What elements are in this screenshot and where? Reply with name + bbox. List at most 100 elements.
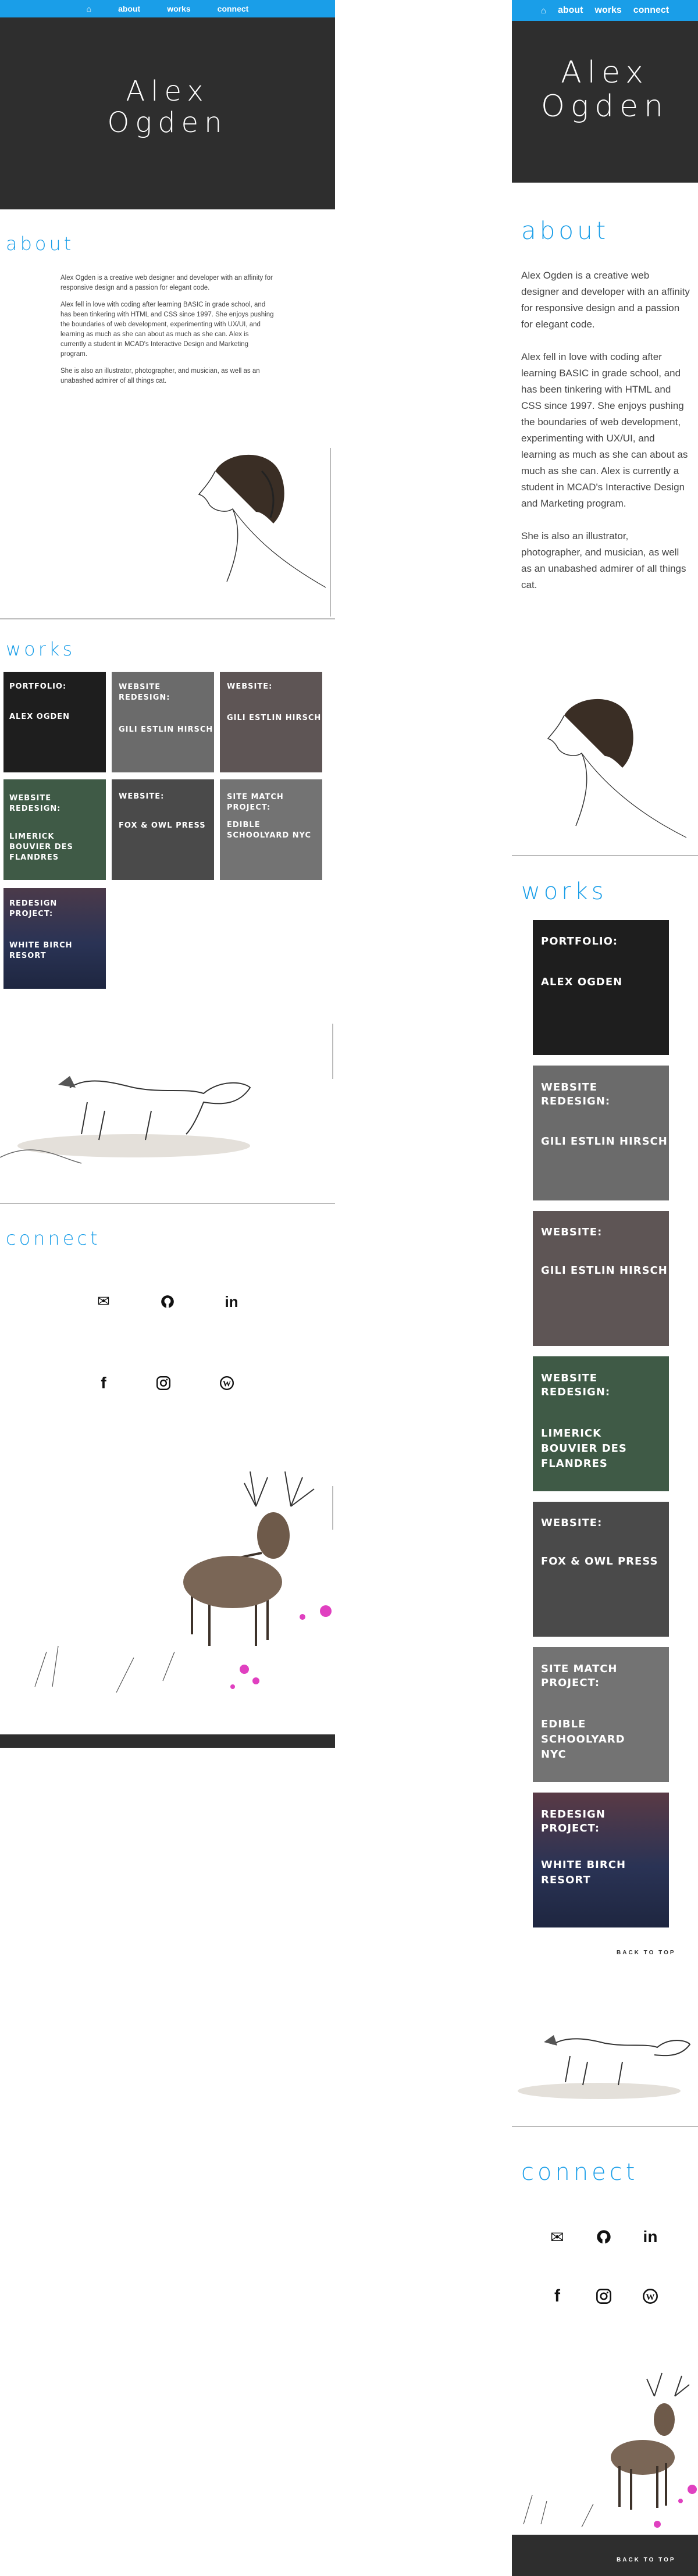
works-divider: [0, 1203, 335, 1204]
tile-label: SITE MATCH PROJECT:: [541, 1663, 618, 1689]
mobile-footer-band: BACK TO TOP: [512, 2535, 698, 2576]
tile-label: WEBSITE REDESIGN:: [541, 1081, 611, 1107]
envelope-icon[interactable]: ✉: [547, 2226, 568, 2247]
about-paragraph-2: Alex fell in love with coding after lear…: [521, 351, 688, 509]
instagram-icon[interactable]: [593, 2286, 614, 2307]
about-divider: [512, 855, 698, 856]
tile-label: REDESIGN PROJECT:: [9, 899, 58, 918]
work-tile-gili-website[interactable]: WEBSITE: GILI ESTLIN HIRSCH: [533, 1211, 669, 1346]
linkedin-icon[interactable]: in: [640, 2226, 661, 2247]
work-tile-fox-owl[interactable]: WEBSITE: FOX & OWL PRESS: [112, 779, 214, 880]
tile-label: REDESIGN PROJECT:: [541, 1808, 606, 1834]
desktop-preview: ⌂ about works connect Alex Ogden about A…: [0, 0, 335, 1748]
about-paragraph-1: Alex Ogden is a creative web designer an…: [60, 275, 273, 291]
svg-text:W: W: [646, 2292, 654, 2302]
footer-back-to-top-link[interactable]: BACK TO TOP: [617, 2557, 676, 2563]
work-tile-white-birch[interactable]: REDESIGN PROJECT: WHITE BIRCH RESORT: [533, 1793, 669, 1927]
tile-label: WEBSITE REDESIGN:: [9, 794, 61, 813]
work-tile-edible[interactable]: SITE MATCH PROJECT: EDIBLE SCHOOLYARD NY…: [220, 779, 322, 880]
desktop-footer-band: [0, 1734, 335, 1748]
fox-illustration: [518, 2035, 691, 2099]
tile-name: LIMERICK BOUVIER DES FLANDRES: [9, 832, 73, 862]
nav-works[interactable]: works: [595, 5, 622, 16]
deer-illustration: [34, 1471, 333, 1693]
mobile-top-nav: ⌂ about works connect: [512, 0, 698, 21]
top-nav: ⌂ about works connect: [0, 0, 335, 17]
github-icon[interactable]: [157, 1291, 178, 1312]
work-tile-limerick[interactable]: WEBSITE REDESIGN: LIMERICK BOUVIER DES F…: [533, 1356, 669, 1491]
tile-label: WEBSITE REDESIGN:: [541, 1372, 611, 1398]
works-title: works: [521, 878, 607, 905]
tile-label: WEBSITE:: [541, 1226, 603, 1238]
work-tile-edible[interactable]: SITE MATCH PROJECT: EDIBLE SCHOOLYARD NY…: [533, 1647, 669, 1782]
portrait-illustration: [198, 448, 331, 617]
portrait-illustration: [547, 699, 687, 838]
tile-name: GILI ESTLIN HIRSCH: [541, 1264, 668, 1277]
work-tile-portfolio[interactable]: PORTFOLIO: ALEX OGDEN: [3, 672, 106, 772]
about-paragraph-2: Alex fell in love with coding after lear…: [60, 301, 274, 358]
about-paragraph-3: She is also an illustrator, photographer…: [60, 368, 260, 384]
connect-title: connect: [6, 1227, 101, 1249]
home-icon[interactable]: ⌂: [541, 6, 546, 16]
nav-works[interactable]: works: [167, 4, 190, 13]
works-title: works: [6, 638, 76, 660]
work-tile-fox-owl[interactable]: WEBSITE: FOX & OWL PRESS: [533, 1502, 669, 1637]
wordpress-icon[interactable]: W: [640, 2286, 661, 2307]
tile-name: GILI ESTLIN HIRSCH: [541, 1135, 668, 1148]
envelope-icon[interactable]: ✉: [93, 1291, 114, 1312]
tile-name: EDIBLE SCHOOLYARD NYC: [541, 1718, 625, 1761]
mobile-preview: ⌂ about works connect Alex Ogden about A…: [512, 0, 698, 2576]
tile-name: WHITE BIRCH RESORT: [541, 1859, 626, 1886]
instagram-icon[interactable]: [153, 1373, 174, 1394]
work-tile-portfolio[interactable]: PORTFOLIO: ALEX OGDEN: [533, 920, 669, 1055]
nav-about[interactable]: about: [558, 5, 583, 16]
about-paragraph-3: She is also an illustrator, photographer…: [521, 530, 686, 590]
tile-label: PORTFOLIO:: [9, 682, 67, 691]
about-paragraph-1: Alex Ogden is a creative web designer an…: [521, 270, 690, 330]
hero-title-line1: Alex: [561, 55, 649, 90]
work-tile-gili-website[interactable]: WEBSITE: GILI ESTLIN HIRSCH: [220, 672, 322, 772]
mobile-hero-banner: Alex Ogden: [512, 21, 698, 183]
works-divider: [512, 2126, 698, 2127]
tile-name: GILI ESTLIN HIRSCH: [119, 725, 213, 734]
tile-name: WHITE BIRCH RESORT: [9, 941, 73, 960]
tile-label: WEBSITE:: [227, 682, 273, 691]
about-text: Alex Ogden is a creative web designer an…: [521, 268, 690, 593]
home-icon[interactable]: ⌂: [87, 4, 91, 13]
nav-about[interactable]: about: [118, 4, 140, 13]
hero-title-line2: Ogden: [107, 106, 228, 139]
hero-title-line2: Ogden: [540, 89, 669, 124]
tile-name: EDIBLE SCHOOLYARD NYC: [227, 821, 312, 840]
back-to-top-link[interactable]: BACK TO TOP: [617, 1950, 676, 1956]
connect-title: connect: [521, 2159, 639, 2186]
nav-connect[interactable]: connect: [633, 5, 669, 16]
tile-name: LIMERICK BOUVIER DES FLANDRES: [541, 1427, 627, 1470]
hero-banner: Alex Ogden: [0, 17, 335, 209]
tile-label: WEBSITE REDESIGN:: [119, 683, 170, 702]
work-tile-white-birch[interactable]: REDESIGN PROJECT: WHITE BIRCH RESORT: [3, 888, 106, 989]
tile-name: ALEX OGDEN: [541, 976, 623, 988]
nav-connect[interactable]: connect: [218, 4, 249, 13]
tile-name: ALEX OGDEN: [9, 712, 70, 721]
about-title: about: [521, 216, 610, 245]
fox-illustration: [0, 1024, 333, 1164]
tile-label: SITE MATCH PROJECT:: [227, 793, 284, 812]
tile-label: PORTFOLIO:: [541, 935, 618, 947]
tile-label: WEBSITE:: [541, 1517, 603, 1529]
work-tile-gili-redesign[interactable]: WEBSITE REDESIGN: GILI ESTLIN HIRSCH: [112, 672, 214, 772]
about-title: about: [6, 233, 74, 255]
work-tile-gili-redesign[interactable]: WEBSITE REDESIGN: GILI ESTLIN HIRSCH: [533, 1066, 669, 1200]
facebook-icon[interactable]: f: [93, 1373, 114, 1394]
about-text: Alex Ogden is a creative web designer an…: [60, 273, 276, 386]
deer-illustration: [523, 2372, 697, 2528]
tile-name: FOX & OWL PRESS: [541, 1555, 658, 1567]
facebook-icon[interactable]: f: [547, 2286, 568, 2307]
about-divider: [0, 618, 335, 619]
linkedin-icon[interactable]: in: [221, 1291, 242, 1312]
tile-label: WEBSITE:: [119, 792, 165, 801]
tile-name: FOX & OWL PRESS: [119, 821, 206, 830]
work-tile-limerick[interactable]: WEBSITE REDESIGN: LIMERICK BOUVIER DES F…: [3, 779, 106, 880]
hero-title-line1: Alex: [126, 75, 209, 108]
wordpress-icon[interactable]: W: [216, 1373, 237, 1394]
github-icon[interactable]: [593, 2226, 614, 2247]
